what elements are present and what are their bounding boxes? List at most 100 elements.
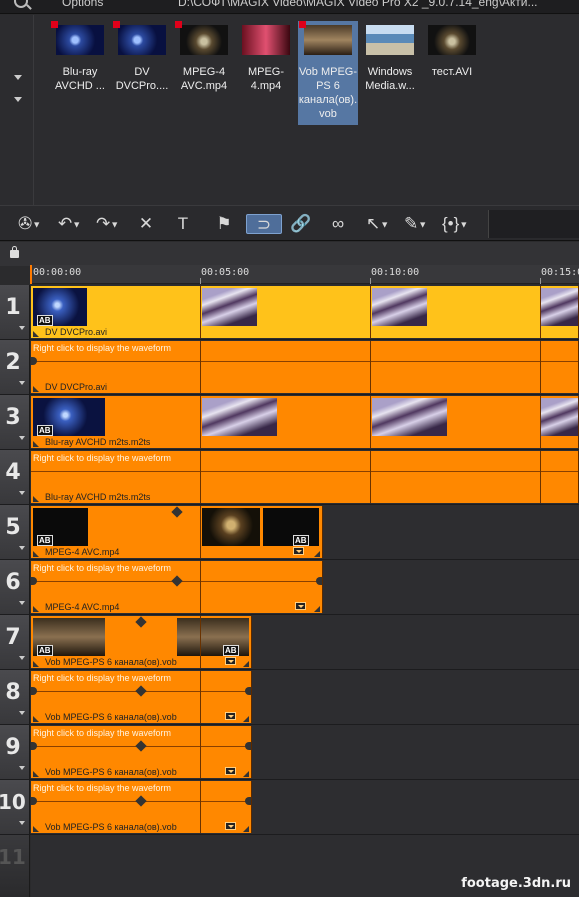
- fade-handle[interactable]: [33, 496, 39, 502]
- fade-handle[interactable]: [33, 441, 39, 447]
- clip-menu-button[interactable]: [225, 657, 236, 665]
- fade-handle[interactable]: [33, 716, 39, 722]
- video-clip[interactable]: AB AB Vob MPEG-PS 6 канала(ов).vob: [31, 616, 252, 668]
- link-button[interactable]: 🔗: [290, 214, 311, 234]
- track-header[interactable]: 10: [0, 780, 30, 834]
- chevron-down-icon[interactable]: [19, 381, 25, 385]
- chevron-down-icon[interactable]: [19, 601, 25, 605]
- title-button[interactable]: T: [173, 214, 193, 234]
- group-button[interactable]: {•}▼: [442, 214, 468, 234]
- chevron-down-icon[interactable]: [19, 711, 25, 715]
- media-file-item[interactable]: Vob MPEG-PS 6 канала(ов).vob: [298, 21, 358, 125]
- track-header[interactable]: 2: [0, 340, 30, 394]
- fade-handle[interactable]: [33, 551, 39, 557]
- fade-handle[interactable]: [314, 606, 320, 612]
- media-file-item[interactable]: Windows Media.w...: [360, 21, 420, 125]
- track-lane[interactable]: Right click to display the waveform Vob …: [31, 670, 579, 724]
- volume-keyframe[interactable]: [135, 795, 147, 807]
- fade-handle[interactable]: [33, 771, 39, 777]
- lock-icon[interactable]: [10, 246, 19, 258]
- media-file-item[interactable]: DV DVCPro....: [112, 21, 172, 125]
- chevron-down-icon[interactable]: [19, 546, 25, 550]
- chevron-down-icon[interactable]: [19, 436, 25, 440]
- volume-keyframe[interactable]: [171, 575, 183, 587]
- transition-ab-badge[interactable]: AB: [223, 645, 239, 656]
- fade-handle[interactable]: [243, 771, 249, 777]
- volume-keyframe[interactable]: [135, 685, 147, 697]
- fade-handle[interactable]: [33, 606, 39, 612]
- fade-handle[interactable]: [243, 661, 249, 667]
- track-header[interactable]: 7: [0, 615, 30, 669]
- video-clip[interactable]: AB AB MPEG-4 AVC.mp4: [31, 506, 323, 558]
- track-lane[interactable]: AB AB Vob MPEG-PS 6 канала(ов).vob: [31, 615, 579, 669]
- chevron-down-icon[interactable]: [19, 656, 25, 660]
- volume-line[interactable]: [31, 471, 578, 472]
- playhead-marker[interactable]: [30, 265, 32, 284]
- marker-button[interactable]: ⚑: [214, 214, 234, 234]
- redo-button[interactable]: ↷▼: [96, 214, 119, 234]
- fade-handle[interactable]: [33, 826, 39, 832]
- media-file-item[interactable]: тест.AVI: [422, 21, 482, 125]
- options-menu[interactable]: Options: [62, 0, 103, 9]
- clip-menu-button[interactable]: [225, 767, 236, 775]
- volume-keyframe[interactable]: [31, 357, 37, 365]
- media-file-item[interactable]: MPEG-4.mp4: [236, 21, 296, 125]
- video-clip[interactable]: AB DV DVCPro.avi: [31, 286, 579, 338]
- chevron-down-icon[interactable]: [19, 766, 25, 770]
- volume-line[interactable]: [31, 361, 578, 362]
- chevron-down-icon[interactable]: [14, 75, 22, 80]
- volume-keyframe[interactable]: [31, 742, 37, 750]
- transition-ab-badge[interactable]: AB: [37, 535, 53, 546]
- dropdown-arrow-icon[interactable]: ▼: [32, 220, 41, 230]
- volume-keyframe[interactable]: [316, 577, 322, 585]
- transition-ab-badge[interactable]: AB: [37, 315, 53, 326]
- track-lane[interactable]: Right click to display the waveform DV D…: [31, 340, 579, 394]
- audio-clip[interactable]: Right click to display the waveform Vob …: [31, 726, 252, 778]
- mouse-mode-button[interactable]: ↖▼: [366, 214, 389, 234]
- audio-clip[interactable]: Right click to display the waveform MPEG…: [31, 561, 323, 613]
- volume-keyframe[interactable]: [31, 577, 37, 585]
- chevron-down-icon[interactable]: [14, 97, 22, 102]
- clip-menu-button[interactable]: [225, 822, 236, 830]
- keyframe-marker[interactable]: [135, 616, 147, 628]
- volume-keyframe[interactable]: [31, 687, 37, 695]
- dropdown-arrow-icon[interactable]: ▼: [110, 220, 119, 230]
- clip-menu-button[interactable]: [225, 712, 236, 720]
- track-header[interactable]: 1: [0, 285, 30, 339]
- track-lane[interactable]: Right click to display the waveform Vob …: [31, 780, 579, 834]
- dropdown-arrow-icon[interactable]: ▼: [72, 220, 81, 230]
- chevron-down-icon[interactable]: [19, 326, 25, 330]
- fade-handle[interactable]: [314, 551, 320, 557]
- volume-keyframe[interactable]: [245, 742, 251, 750]
- fade-handle[interactable]: [33, 331, 39, 337]
- fade-handle[interactable]: [243, 826, 249, 832]
- clip-menu-button[interactable]: [293, 547, 304, 555]
- track-lane[interactable]: Right click to display the waveform Vob …: [31, 725, 579, 779]
- track-header[interactable]: 8: [0, 670, 30, 724]
- audio-clip[interactable]: Right click to display the waveform Vob …: [31, 781, 252, 833]
- track-header[interactable]: 9: [0, 725, 30, 779]
- dropdown-arrow-icon[interactable]: ▼: [380, 220, 389, 230]
- track-header[interactable]: 11: [0, 835, 30, 897]
- chevron-down-icon[interactable]: [19, 491, 25, 495]
- track-header[interactable]: 6: [0, 560, 30, 614]
- audio-clip[interactable]: Right click to display the waveform Blu-…: [31, 451, 579, 503]
- track-lane[interactable]: AB Blu-ray AVCHD m2ts.m2ts: [31, 395, 579, 449]
- dropdown-arrow-icon[interactable]: ▼: [459, 220, 468, 230]
- clip-menu-button[interactable]: [295, 602, 306, 610]
- track-header[interactable]: 5: [0, 505, 30, 559]
- track-lane[interactable]: Right click to display the waveform Blu-…: [31, 450, 579, 504]
- track-header[interactable]: 3: [0, 395, 30, 449]
- transition-ab-badge[interactable]: AB: [293, 535, 309, 546]
- fade-handle[interactable]: [33, 386, 39, 392]
- track-lane[interactable]: Right click to display the waveform MPEG…: [31, 560, 579, 614]
- track-lane[interactable]: AB DV DVCPro.avi: [31, 285, 579, 339]
- volume-keyframe[interactable]: [135, 740, 147, 752]
- unlink-button[interactable]: ∞: [328, 214, 348, 234]
- reel-menu-button[interactable]: ✇▼: [18, 214, 41, 234]
- fade-handle[interactable]: [243, 716, 249, 722]
- dropdown-arrow-icon[interactable]: ▼: [418, 220, 427, 230]
- undo-button[interactable]: ↶▼: [58, 214, 81, 234]
- volume-keyframe[interactable]: [245, 687, 251, 695]
- track-lane[interactable]: AB AB MPEG-4 AVC.mp4: [31, 505, 579, 559]
